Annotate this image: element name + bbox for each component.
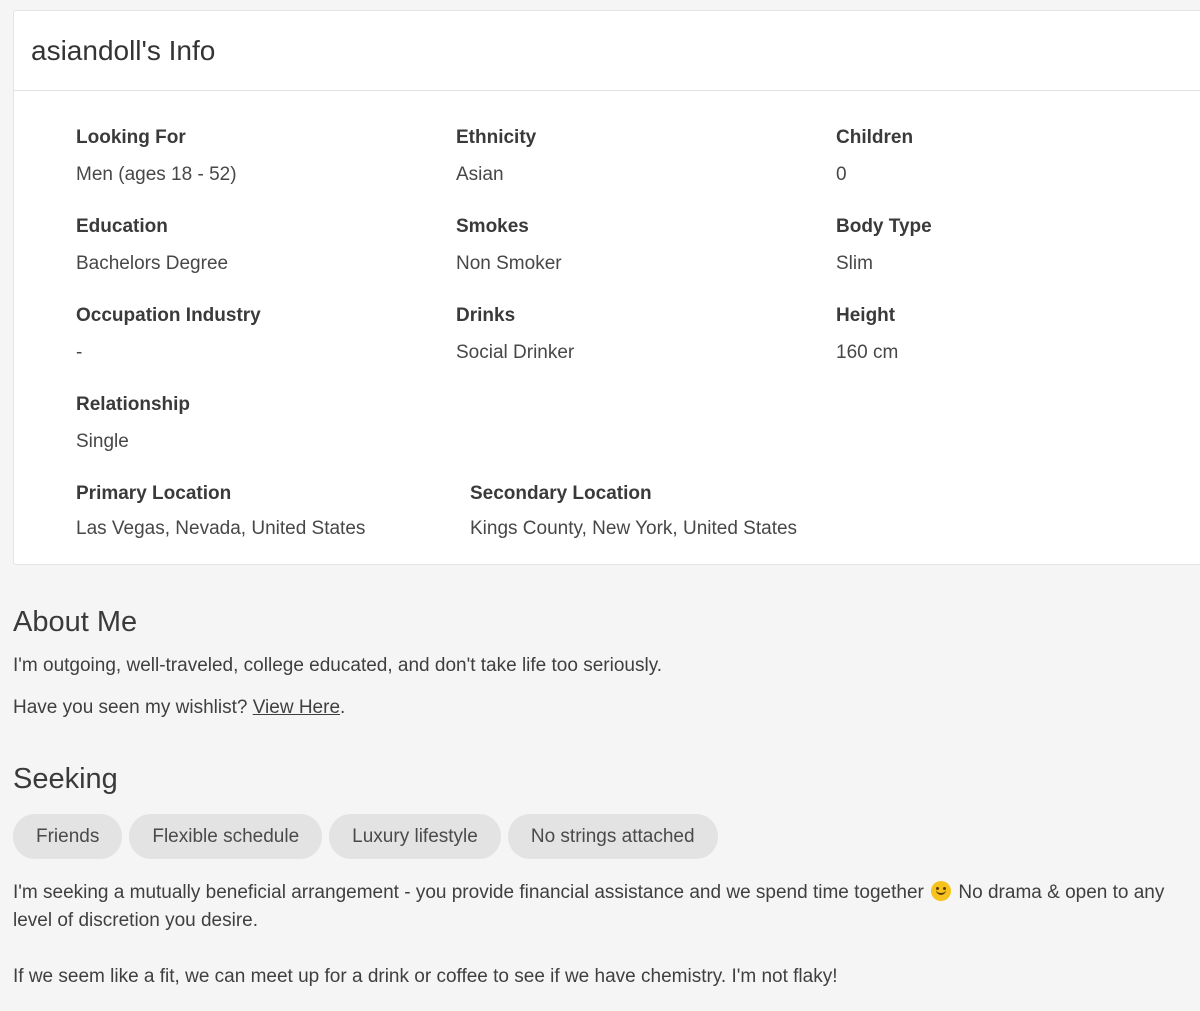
info-row: Occupation Industry - Drinks Social Drin… — [76, 303, 1200, 392]
field-label: Height — [836, 305, 896, 326]
info-field-height: Height 160 cm — [836, 303, 1200, 392]
field-value: Kings County, New York, United States — [470, 518, 798, 539]
field-label: Looking For — [76, 127, 186, 148]
wishlist-prefix: Have you seen my wishlist? — [13, 697, 248, 718]
info-card-title: asiandoll's Info — [14, 11, 1200, 91]
info-field-ethnicity: Ethnicity Asian — [456, 125, 836, 214]
info-field-smokes: Smokes Non Smoker — [456, 214, 836, 303]
field-value: Las Vegas, Nevada, United States — [76, 518, 366, 539]
info-grid: Looking For Men (ages 18 - 52) Ethnicity… — [76, 125, 1200, 541]
seeking-text-part1: I'm seeking a mutually beneficial arrang… — [13, 882, 924, 903]
field-label: Ethnicity — [456, 127, 537, 148]
about-me-text: I'm outgoing, well-traveled, college edu… — [13, 655, 663, 676]
field-value: Social Drinker — [456, 342, 575, 363]
field-value: - — [76, 342, 83, 363]
field-label: Body Type — [836, 216, 932, 237]
seeking-tag: No strings attached — [507, 814, 718, 859]
field-label: Primary Location — [76, 483, 232, 504]
field-label: Drinks — [456, 305, 516, 326]
info-field-drinks: Drinks Social Drinker — [456, 303, 836, 392]
info-row: Primary Location Las Vegas, Nevada, Unit… — [76, 481, 1200, 541]
info-field-relationship: Relationship Single — [76, 392, 470, 481]
seeking-tags: Friends Flexible schedule Luxury lifesty… — [13, 814, 718, 859]
info-field-body-type: Body Type Slim — [836, 214, 1200, 303]
about-me-heading: About Me — [13, 606, 138, 638]
field-label: Relationship — [76, 394, 191, 415]
smiling-face-icon — [931, 881, 952, 901]
info-field-secondary-location: Secondary Location Kings County, New Yor… — [470, 481, 864, 541]
seeking-text: I'm seeking a mutually beneficial arrang… — [13, 879, 1173, 935]
info-row: Relationship Single — [76, 392, 1200, 481]
seeking-tag: Friends — [13, 814, 123, 859]
field-value: Single — [76, 431, 129, 452]
wishlist-suffix: . — [340, 697, 346, 718]
info-field-primary-location: Primary Location Las Vegas, Nevada, Unit… — [76, 481, 470, 541]
seeking-tag: Luxury lifestyle — [329, 814, 501, 859]
info-field-occupation-industry: Occupation Industry - — [76, 303, 456, 392]
field-value: Slim — [836, 253, 873, 274]
field-label: Secondary Location — [470, 483, 652, 504]
info-field-education: Education Bachelors Degree — [76, 214, 456, 303]
seeking-text-2: If we seem like a fit, we can meet up fo… — [13, 966, 838, 987]
seeking-heading: Seeking — [13, 763, 118, 795]
info-row: Education Bachelors Degree Smokes Non Sm… — [76, 214, 1200, 303]
field-label: Children — [836, 127, 914, 148]
field-value: 0 — [836, 164, 847, 185]
field-value: 160 cm — [836, 342, 899, 363]
field-label: Occupation Industry — [76, 305, 261, 326]
field-label: Education — [76, 216, 168, 237]
info-field-looking-for: Looking For Men (ages 18 - 52) — [76, 125, 456, 214]
view-wishlist-link[interactable]: View Here — [253, 697, 340, 718]
field-label: Smokes — [456, 216, 529, 237]
info-card: asiandoll's Info Looking For Men (ages 1… — [13, 10, 1200, 565]
field-value: Bachelors Degree — [76, 253, 229, 274]
field-value: Asian — [456, 164, 504, 185]
seeking-tag: Flexible schedule — [129, 814, 323, 859]
field-value: Men (ages 18 - 52) — [76, 164, 237, 185]
field-value: Non Smoker — [456, 253, 562, 274]
wishlist-line: Have you seen my wishlist? View Here. — [13, 694, 1173, 722]
info-field-children: Children 0 — [836, 125, 1200, 214]
info-row: Looking For Men (ages 18 - 52) Ethnicity… — [76, 125, 1200, 214]
